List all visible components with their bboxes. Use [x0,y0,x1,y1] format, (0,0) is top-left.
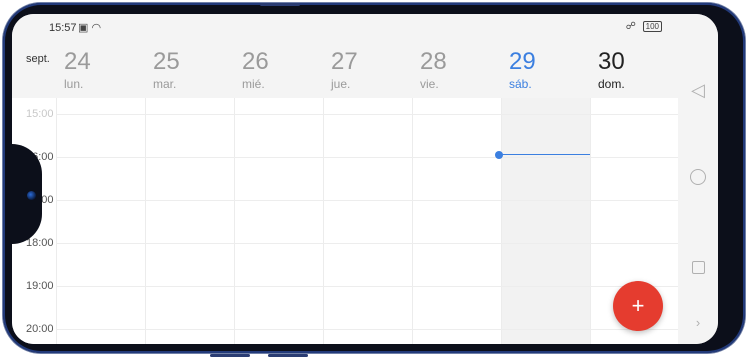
chevron-right-icon[interactable]: › [678,315,718,330]
day-weekday: mié. [242,77,265,91]
hour-line [56,243,678,244]
day-number: 24 [64,48,91,75]
add-event-button[interactable]: + [613,281,663,331]
day-number: 27 [331,48,358,75]
current-time-line [501,154,590,155]
day-number: 29 [509,48,536,75]
week-grid[interactable]: 15:00 16:00 17:00 18:00 19:00 20:00 [12,98,678,344]
day-weekday: vie. [420,77,439,91]
day-number: 28 [420,48,447,75]
camera-notch [12,144,42,244]
calendar-header: sept. 24 lun. 25 mar. 26 mié. 27 jue. 28… [12,41,678,99]
wifi-icon: ◠ [91,22,102,34]
day-number: 30 [598,48,625,75]
image-icon: ▣ [78,22,89,34]
current-time-dot [495,151,503,159]
recent-square-icon[interactable] [678,261,718,279]
day-header-25[interactable]: 25 mar. [145,41,234,98]
day-weekday: dom. [598,77,625,91]
day-number: 25 [153,48,180,75]
hour-line [56,329,678,330]
time-label: 18:00 [26,237,54,249]
battery-icon: 100 [642,21,662,32]
day-column-today[interactable] [501,98,591,344]
phone-side-button [268,354,308,357]
day-header-24[interactable]: 24 lun. [56,41,145,98]
day-column[interactable] [234,98,324,344]
day-weekday: jue. [331,77,351,91]
status-icons: ▣ ◠ [78,21,101,34]
day-header-29-today[interactable]: 29 sáb. [501,41,590,98]
front-camera-icon [27,191,36,200]
day-column[interactable] [145,98,235,344]
day-number: 26 [242,48,269,75]
day-weekday: mar. [153,77,177,91]
day-header-28[interactable]: 28 vie. [412,41,501,98]
day-header-27[interactable]: 27 jue. [323,41,412,98]
day-column[interactable] [56,98,146,344]
day-column[interactable] [412,98,502,344]
hour-line [56,157,678,158]
hour-line [56,114,678,115]
day-header-30[interactable]: 30 dom. [590,41,679,98]
hour-line [56,286,678,287]
day-weekday: lun. [64,77,84,91]
status-time: 15:57 [49,22,77,34]
phone-side-button [210,354,250,357]
day-weekday: sáb. [509,77,532,91]
back-triangle-icon[interactable]: ◁ [678,80,718,101]
day-header-26[interactable]: 26 mié. [234,41,323,98]
time-label: 20:00 [26,323,54,335]
phone-screen: 15:57 ▣ ◠ ☍ 100 sept. 24 lun. 25 mar. 26… [12,14,718,344]
time-label: 15:00 [26,108,54,120]
navigation-bar: ◁ › [678,14,718,344]
status-right: ☍ 100 [626,21,662,32]
hour-line [56,200,678,201]
month-label: sept. [26,53,50,65]
time-label: 19:00 [26,280,54,292]
vpn-icon: ☍ [625,21,636,32]
home-circle-icon[interactable] [678,169,718,190]
phone-side-button [260,3,300,6]
status-bar: 15:57 ▣ ◠ ☍ 100 [12,14,678,41]
day-column[interactable] [323,98,413,344]
